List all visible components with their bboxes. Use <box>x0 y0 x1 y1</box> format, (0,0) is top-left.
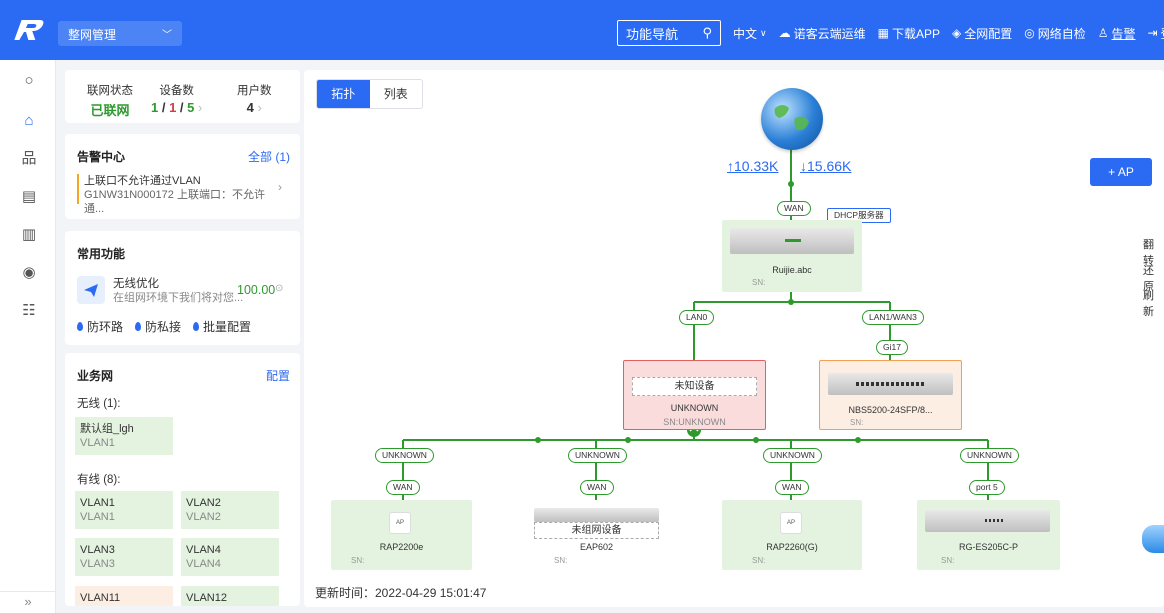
switch-image <box>925 510 1050 532</box>
router-image <box>730 228 854 254</box>
unknown-device-label: 未知设备 <box>632 377 757 396</box>
lan0-tag: LAN0 <box>679 310 715 325</box>
device-image <box>534 508 659 522</box>
internet-globe-icon[interactable] <box>761 88 823 150</box>
unknown-port-tag: UNKNOWN <box>375 448 434 463</box>
lan1-tag: LAN1/WAN3 <box>862 310 924 325</box>
device-name: Ruijie.abc <box>772 265 812 275</box>
port5-tag: port 5 <box>969 480 1005 495</box>
device-sn: SN: <box>351 556 365 565</box>
device-name: RAP2200e <box>379 542 424 552</box>
chat-assistant-icon[interactable] <box>1142 525 1164 553</box>
upload-rate[interactable]: ↑10.33K <box>727 158 778 174</box>
switch-device[interactable]: NBS5200-24SFP/8... SN: <box>819 360 962 430</box>
wan-port-tag: WAN <box>775 480 809 495</box>
device-name: NBS5200-24SFP/8... <box>848 405 933 415</box>
device-sn: SN:UNKNOWN <box>663 417 726 427</box>
unknown-port-tag: UNKNOWN <box>960 448 1019 463</box>
wan-port-tag: WAN <box>580 480 614 495</box>
device-sn: SN: <box>752 278 766 287</box>
gateway-device[interactable]: Ruijie.abc SN: <box>722 220 862 292</box>
device-sn: SN: <box>850 418 864 427</box>
ap-device[interactable]: AP RAP2200e SN: <box>331 500 472 570</box>
unknown-port-tag: UNKNOWN <box>568 448 627 463</box>
switch-ports <box>856 382 926 386</box>
ungrouped-label: 未组网设备 <box>534 522 659 539</box>
status-led <box>785 239 801 242</box>
ap-device[interactable]: AP RAP2260(G) SN: <box>722 500 862 570</box>
device-sn: SN: <box>752 556 766 565</box>
switch-image <box>828 373 953 395</box>
device-name: RAP2260(G) <box>766 542 818 552</box>
device-name: EAP602 <box>579 542 614 552</box>
wan-tag: WAN <box>777 201 811 216</box>
device-sn: SN: <box>941 556 955 565</box>
ungrouped-device[interactable]: 未组网设备 EAP602 SN: <box>526 500 667 570</box>
unknown-port-tag: UNKNOWN <box>763 448 822 463</box>
wan-port-tag: WAN <box>386 480 420 495</box>
switch-ports <box>985 519 1003 522</box>
topology-diagram: ↑10.33K ↓15.66K WAN DHCP服务器 Ruijie.abc S… <box>0 0 1164 613</box>
device-sn: SN: <box>554 556 568 565</box>
switch-device[interactable]: RG-ES205C-P SN: <box>917 500 1060 570</box>
gi17-tag: Gi17 <box>876 340 908 355</box>
ap-icon: AP <box>389 512 411 534</box>
device-name: UNKNOWN <box>670 403 719 413</box>
ap-icon: AP <box>780 512 802 534</box>
unknown-device[interactable]: 未知设备 UNKNOWN SN:UNKNOWN <box>623 360 766 430</box>
device-name: RG-ES205C-P <box>958 542 1019 552</box>
download-rate[interactable]: ↓15.66K <box>800 158 851 174</box>
